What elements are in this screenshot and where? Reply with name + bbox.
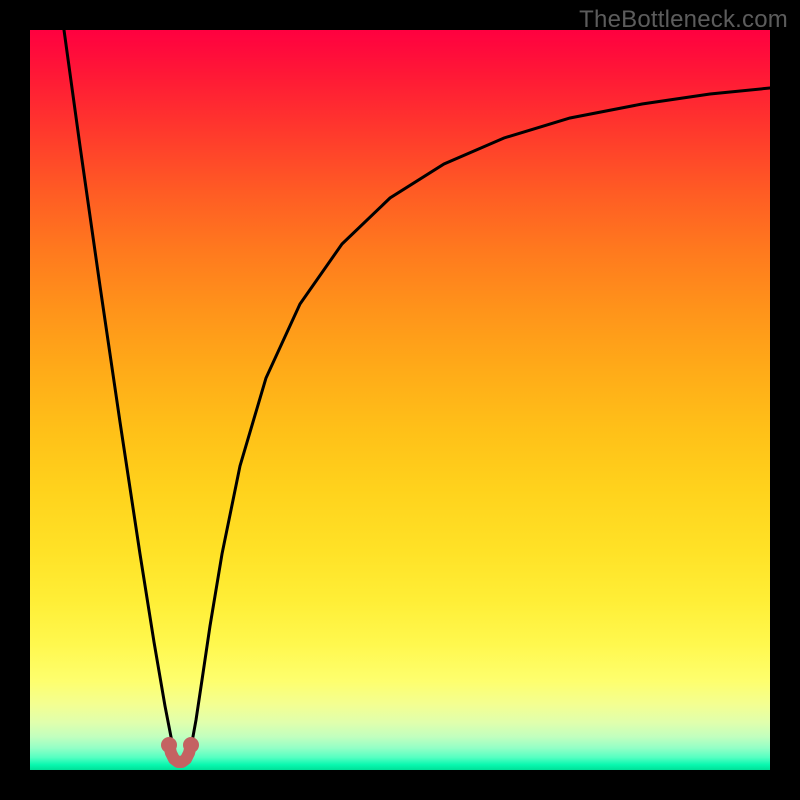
plot-area — [30, 30, 770, 770]
valley-endpoint-right — [183, 737, 199, 753]
valley-endpoint-left — [161, 737, 177, 753]
chart-frame: TheBottleneck.com — [0, 0, 800, 800]
watermark-text: TheBottleneck.com — [579, 6, 788, 34]
chart-svg — [30, 30, 770, 770]
bottleneck-curve — [64, 30, 770, 763]
